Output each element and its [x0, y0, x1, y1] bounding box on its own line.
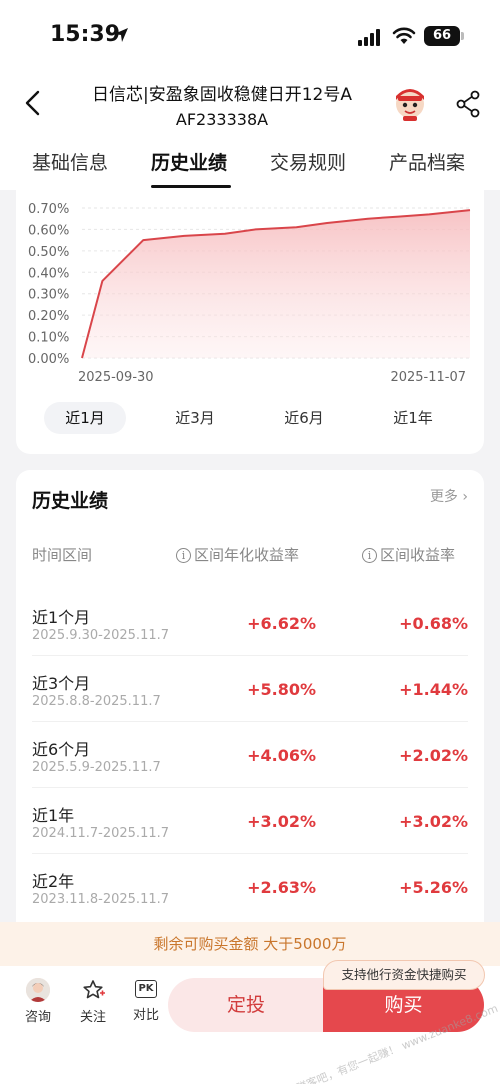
y-tick-label: 0.20%: [28, 309, 69, 324]
range-selector: 近1月 近3月 近6月 近1年: [16, 402, 484, 436]
row-interval-return: +0.68%: [399, 614, 468, 633]
star-plus-icon: [83, 980, 105, 999]
compare-label: 对比: [132, 1008, 159, 1023]
return-area: [82, 210, 470, 358]
history-performance-card: 历史业绩 更多 › 时间区间 i 区间年化收益率 i 区间收益率 近1个月 2025…: [16, 470, 484, 930]
row-date-range: 2023.11.8-2025.11.7: [32, 892, 170, 907]
advisor-avatar-icon: [26, 978, 50, 1002]
row-period-name: 近3个月: [32, 674, 91, 693]
active-tab-indicator: [151, 185, 231, 188]
row-annualized-return: +6.62%: [247, 614, 316, 633]
mascot-avatar-icon[interactable]: [390, 82, 430, 122]
y-tick-label: 0.60%: [28, 223, 69, 238]
tab-product-archive[interactable]: 产品档案: [389, 148, 465, 175]
product-header: 日信芯|安盈象固收稳健日开12号A AF233338A 基础信息 历史业绩 交易…: [0, 72, 500, 190]
row-date-range: 2025.9.30-2025.11.7: [32, 628, 170, 643]
row-interval-return: +2.02%: [399, 746, 468, 765]
table-row[interactable]: 近1个月 2025.9.30-2025.11.7 +6.62% +0.68%: [16, 590, 484, 656]
battery-icon: 66: [424, 26, 464, 46]
cellular-signal-icon: [358, 28, 380, 46]
consult-label: 咨询: [24, 1010, 51, 1025]
range-1-year[interactable]: 近1年: [372, 402, 454, 434]
cumulative-return-chart[interactable]: 0.70% 0.60% 0.50% 0.40% 0.30% 0.20% 0.10% 0.00%…: [16, 190, 484, 395]
y-tick-label: 0.10%: [28, 331, 69, 346]
y-tick-label: 0.00%: [28, 352, 69, 367]
row-date-range: 2024.11.7-2025.11.7: [32, 826, 170, 841]
fast-purchase-tooltip: 支持他行资金快捷购买: [323, 960, 485, 990]
section-title: 历史业绩: [32, 490, 109, 512]
info-icon: i: [362, 548, 377, 563]
tab-bar: 基础信息 历史业绩 交易规则 产品档案: [0, 148, 500, 190]
auto-invest-button[interactable]: 定投: [168, 978, 324, 1032]
follow-button[interactable]: 关注: [73, 978, 113, 1025]
row-interval-return: +3.02%: [399, 812, 468, 831]
header-annualized[interactable]: i 区间年化收益率: [176, 544, 299, 565]
status-time: 15:39: [50, 22, 121, 47]
row-annualized-return: +5.80%: [247, 680, 316, 699]
tab-history-performance[interactable]: 历史业绩: [151, 148, 227, 175]
tab-basic-info[interactable]: 基础信息: [32, 148, 108, 175]
advisor-avatar: [26, 978, 50, 1002]
y-tick-label: 0.40%: [28, 266, 69, 281]
range-3-months[interactable]: 近3月: [154, 402, 236, 434]
share-icon[interactable]: [455, 90, 481, 118]
header-interval-label: 区间收益率: [380, 546, 456, 564]
compare-button[interactable]: PK 对比: [126, 978, 166, 1023]
info-icon: i: [176, 548, 191, 563]
row-interval-return: +1.44%: [399, 680, 468, 699]
more-label: 更多: [429, 489, 458, 505]
y-tick-label: 0.50%: [28, 245, 69, 260]
follow-label: 关注: [79, 1010, 106, 1025]
home-indicator-area: [0, 1044, 500, 1084]
tab-trading-rules[interactable]: 交易规则: [270, 148, 346, 175]
table-row[interactable]: 近3个月 2025.8.8-2025.11.7 +5.80% +1.44%: [16, 656, 484, 722]
row-date-range: 2025.8.8-2025.11.7: [32, 694, 161, 709]
x-tick-label: 2025-09-30: [78, 370, 154, 385]
location-arrow-icon: [114, 28, 128, 42]
row-period-name: 近1个月: [32, 608, 91, 627]
row-annualized-return: +2.63%: [247, 878, 316, 897]
header-period: 时间区间: [32, 546, 93, 564]
row-period-name: 近2年: [32, 872, 75, 891]
table-row[interactable]: 近2年 2023.11.8-2025.11.7 +2.63% +5.26%: [16, 854, 484, 920]
table-row[interactable]: 近6个月 2025.5.9-2025.11.7 +4.06% +2.02%: [16, 722, 484, 788]
row-period-name: 近1年: [32, 806, 75, 825]
return-chart-card: 0.70% 0.60% 0.50% 0.40% 0.30% 0.20% 0.10% 0.00%…: [16, 190, 484, 454]
y-tick-label: 0.30%: [28, 288, 69, 303]
row-interval-return: +5.26%: [399, 878, 468, 897]
consult-button[interactable]: 咨询: [18, 978, 58, 1025]
row-annualized-return: +3.02%: [247, 812, 316, 831]
table-row[interactable]: 近1年 2024.11.7-2025.11.7 +3.02% +3.02%: [16, 788, 484, 854]
header-interval[interactable]: i 区间收益率: [362, 544, 455, 565]
wifi-icon: [392, 27, 416, 44]
range-6-months[interactable]: 近6月: [263, 402, 345, 434]
row-annualized-return: +4.06%: [247, 746, 316, 765]
status-bar: 15:39 66: [0, 0, 500, 72]
row-period-name: 近6个月: [32, 740, 91, 759]
range-1-month[interactable]: 近1月: [44, 402, 126, 434]
row-date-range: 2025.5.9-2025.11.7: [32, 760, 161, 775]
more-link[interactable]: 更多 ›: [430, 486, 468, 506]
x-tick-label: 2025-11-07: [390, 370, 466, 385]
y-tick-label: 0.70%: [28, 202, 69, 217]
pk-icon: PK: [135, 980, 157, 998]
chevron-right-icon: ›: [462, 489, 468, 505]
header-annualized-label: 区间年化收益率: [194, 546, 300, 564]
